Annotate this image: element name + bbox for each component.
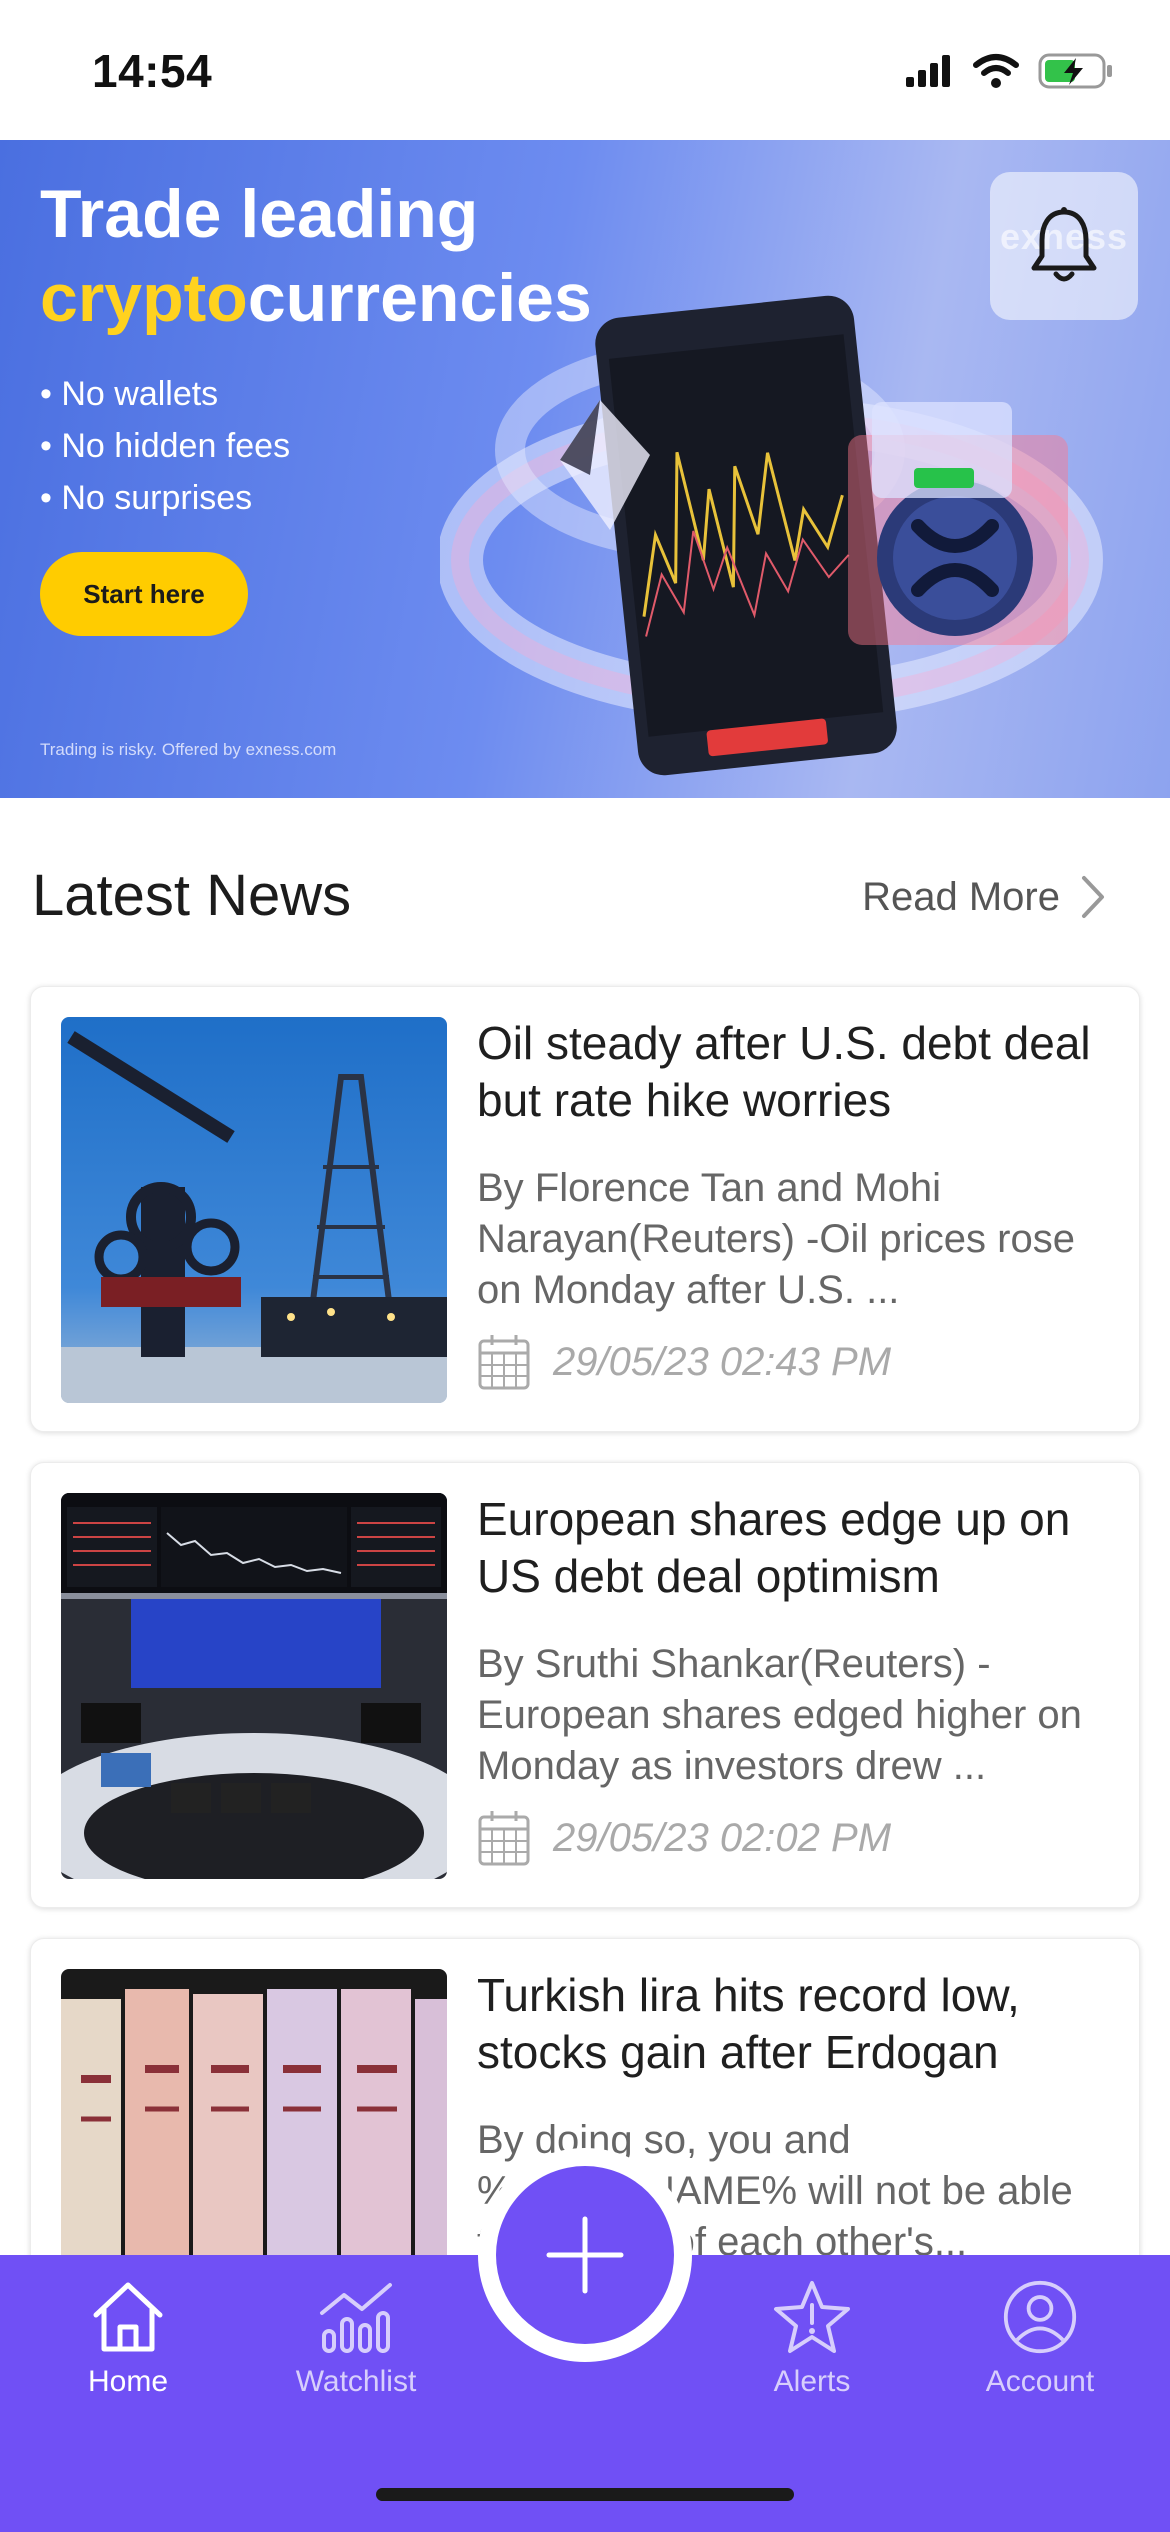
news-date-text: 29/05/23 02:43 PM — [553, 1339, 892, 1384]
start-here-button[interactable]: Start here — [40, 552, 248, 636]
battery-charging-icon — [1038, 53, 1112, 89]
news-title: European shares edge up on US debt deal … — [477, 1493, 1071, 1602]
banner-title-highlight: crypto — [40, 260, 248, 336]
tab-account[interactable]: Account — [950, 2279, 1130, 2399]
chevron-right-icon — [1082, 876, 1104, 918]
news-title: Turkish lira hits record low, stocks gai… — [477, 1969, 1020, 2078]
news-date: 29/05/23 02:43 PM — [477, 1333, 891, 1391]
tab-alerts-label: Alerts — [773, 2365, 851, 2398]
news-description: By Sruthi Shankar(Reuters) - European sh… — [477, 1642, 1082, 1788]
news-card[interactable]: Oil steady after U.S. debt deal but rate… — [30, 986, 1140, 1432]
news-description: By Florence Tan and Mohi Narayan(Reuters… — [477, 1166, 1075, 1312]
promo-banner[interactable]: Trade leading cryptocurrencies • No wall… — [0, 140, 1170, 798]
star-alert-icon — [774, 2281, 850, 2353]
notification-button[interactable]: exness — [990, 172, 1138, 320]
status-time: 14:54 — [92, 45, 213, 97]
news-title: Oil steady after U.S. debt deal but rate… — [477, 1017, 1091, 1126]
trading-floor-photo — [61, 1493, 447, 1879]
wifi-icon — [973, 54, 1019, 88]
bell-icon — [1031, 207, 1097, 282]
read-more-label: Read More — [862, 874, 1060, 919]
banner-disclaimer: Trading is risky. Offered by exness.com — [40, 740, 337, 759]
status-bar: 14:54 — [0, 0, 1170, 140]
banner-bullet: • No hidden fees — [40, 427, 291, 465]
tab-account-label: Account — [985, 2365, 1095, 2398]
tab-home-label: Home — [87, 2365, 169, 2398]
news-date-text: 29/05/23 02:02 PM — [553, 1815, 892, 1860]
home-indicator[interactable] — [376, 2488, 794, 2501]
status-icons — [904, 52, 1114, 90]
tab-home[interactable]: Home — [38, 2279, 218, 2399]
plus-icon — [546, 2216, 624, 2294]
read-more-link[interactable]: Read More — [862, 874, 1106, 920]
news-thumbnail — [61, 1017, 447, 1403]
banner-bullets: • No wallets • No hidden fees • No surpr… — [40, 368, 290, 524]
banner-bullet: • No wallets — [40, 375, 219, 413]
cellular-signal-icon — [906, 55, 950, 87]
tab-alerts[interactable]: Alerts — [722, 2279, 902, 2399]
news-card[interactable]: European shares edge up on US debt deal … — [30, 1462, 1140, 1908]
watchlist-chart-icon — [320, 2283, 392, 2353]
home-icon — [93, 2282, 163, 2352]
user-icon — [1003, 2280, 1077, 2354]
calendar-icon — [478, 1811, 530, 1866]
tab-watchlist-label: Watchlist — [295, 2365, 417, 2398]
news-thumbnail — [61, 1493, 447, 1879]
add-button[interactable] — [496, 2166, 674, 2344]
latest-news-title: Latest News — [32, 863, 352, 928]
tab-watchlist[interactable]: Watchlist — [266, 2279, 446, 2399]
oil-rig-photo — [61, 1017, 447, 1403]
calendar-icon — [478, 1335, 530, 1390]
banner-bullet: • No surprises — [40, 479, 253, 517]
news-date: 29/05/23 02:02 PM — [477, 1809, 891, 1867]
